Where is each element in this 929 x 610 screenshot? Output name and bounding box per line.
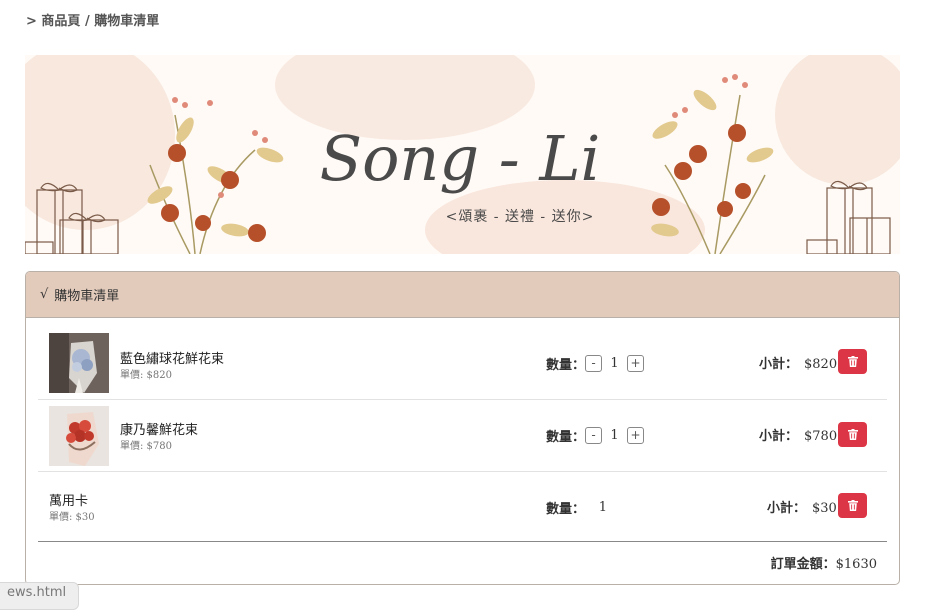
unit-price: 單價: $820 — [120, 370, 172, 381]
cart-header: √ 購物車清單 — [26, 272, 899, 318]
quantity-control: 數量： - 1 + — [546, 426, 645, 445]
subtotal-label: 小計： — [759, 357, 799, 372]
file-tab[interactable]: ews.html — [0, 582, 80, 610]
banner-subtitle: <頌裹 - 送禮 - 送你> — [446, 209, 595, 225]
delete-item-button[interactable] — [838, 493, 867, 518]
item-subtotal: 小計： $780 — [759, 425, 837, 444]
subtotal-value: $820 — [804, 357, 838, 372]
trash-icon — [847, 500, 858, 511]
quantity-label: 數量： — [546, 502, 586, 517]
quantity-label: 數量： — [546, 430, 586, 445]
increase-quantity-button[interactable]: + — [627, 427, 645, 444]
quantity-value: 1 — [610, 428, 619, 443]
unit-price: 單價: $30 — [49, 512, 95, 523]
quantity-value: 1 — [610, 356, 619, 371]
order-total-label: 訂單金額： — [770, 557, 836, 572]
cart-row-card: 萬用卡 單價: $30 數量： 1 小計： $30 — [38, 471, 887, 541]
subtotal-label: 小計： — [767, 501, 807, 516]
product-name: 藍色繡球花鮮花束 — [120, 352, 225, 367]
product-image-hydrangea[interactable] — [49, 333, 109, 393]
decrease-quantity-button[interactable]: - — [585, 427, 603, 444]
total-divider — [38, 541, 887, 542]
cart-row-hydrangea: 藍色繡球花鮮花束 單價: $820 數量： - 1 + 小計： $820 — [38, 318, 887, 400]
breadcrumb[interactable]: > 商品頁 / 購物車清單 — [26, 10, 159, 29]
check-icon: √ — [40, 287, 49, 302]
cart-row-carnation: 康乃馨鮮花束 單價: $780 數量： - 1 + 小計： $780 — [38, 399, 887, 472]
product-name: 萬用卡 — [49, 494, 89, 509]
item-subtotal: 小計： $30 — [767, 497, 837, 516]
trash-icon — [847, 429, 858, 440]
decrease-quantity-button[interactable]: - — [585, 355, 603, 372]
trash-icon — [847, 356, 858, 367]
delete-item-button[interactable] — [838, 422, 867, 447]
order-total: 訂單金額：$1630 — [771, 553, 877, 572]
quantity-label: 數量： — [546, 358, 586, 373]
banner-title: Song - Li — [320, 122, 601, 195]
order-total-value: $1630 — [835, 557, 877, 572]
subtotal-label: 小計： — [759, 429, 799, 444]
unit-price: 單價: $780 — [120, 441, 172, 452]
delete-item-button[interactable] — [838, 349, 867, 374]
banner: Song - Li <頌裹 - 送禮 - 送你> — [25, 55, 900, 254]
subtotal-value: $30 — [812, 501, 837, 516]
quantity-control: 數量： - 1 + — [546, 354, 645, 373]
cart-panel: √ 購物車清單 藍色繡球花鮮花束 單價: $820 數量： - 1 + 小計： $… — [25, 271, 900, 585]
cart-title: 購物車清單 — [54, 289, 120, 304]
item-subtotal: 小計： $820 — [759, 353, 837, 372]
subtotal-value: $780 — [804, 429, 838, 444]
increase-quantity-button[interactable]: + — [627, 355, 645, 372]
product-image-carnation[interactable] — [49, 406, 109, 466]
quantity-control: 數量： 1 — [546, 498, 607, 517]
quantity-value: 1 — [598, 500, 608, 515]
product-name: 康乃馨鮮花束 — [120, 423, 199, 438]
